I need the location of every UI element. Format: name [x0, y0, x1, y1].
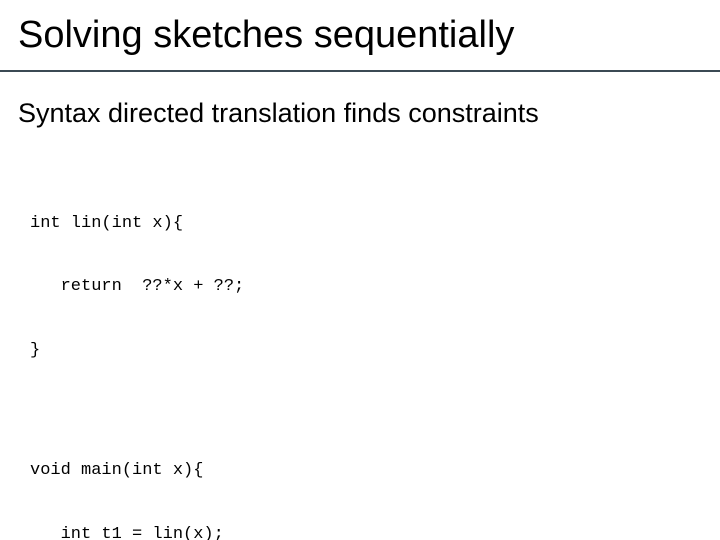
code-line: return ??*x + ??;	[30, 276, 336, 297]
code-gap	[30, 404, 336, 418]
slide-subtitle: Syntax directed translation finds constr…	[18, 98, 539, 129]
code-line: }	[30, 340, 336, 361]
code-line: int t1 = lin(x);	[30, 524, 336, 540]
code-line: int lin(int x){	[30, 213, 336, 234]
slide: Solving sketches sequentially Syntax dir…	[0, 0, 720, 540]
title-divider	[0, 70, 720, 72]
code-block: int lin(int x){ return ??*x + ??; } void…	[30, 170, 336, 540]
slide-title: Solving sketches sequentially	[18, 14, 514, 57]
code-line: void main(int x){	[30, 460, 336, 481]
